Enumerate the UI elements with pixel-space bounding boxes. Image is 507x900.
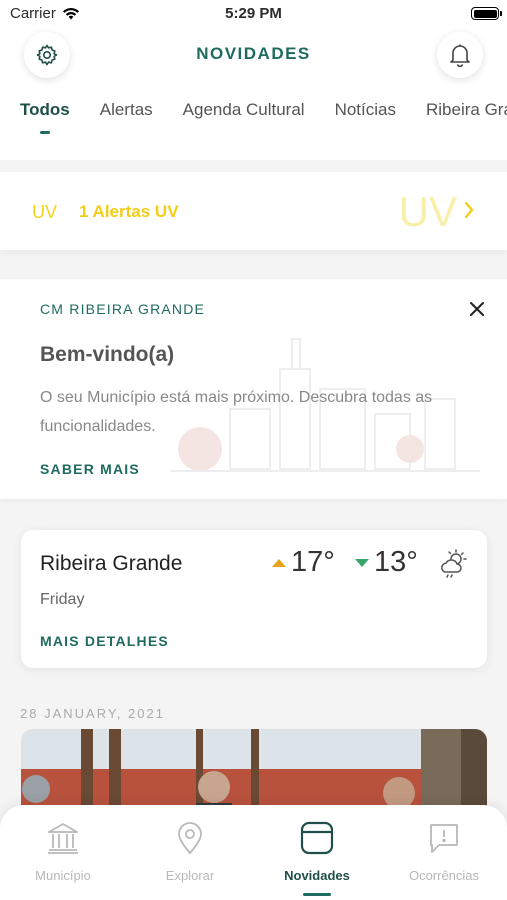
uv-alert-text: 1 Alertas UV (79, 202, 179, 221)
notifications-button[interactable] (437, 32, 483, 78)
nav-novidades[interactable]: Novidades (254, 805, 380, 900)
active-indicator (303, 893, 331, 896)
temperature-max-value: 17° (291, 546, 335, 578)
news-icon (300, 821, 334, 855)
weather-day: Friday (40, 591, 85, 608)
feed-date: 28 JANUARY, 2021 (20, 706, 165, 721)
uv-alert-card[interactable]: UV 1 Alertas UV UV (0, 172, 507, 250)
status-time: 5:29 PM (225, 5, 282, 22)
category-tabs: Todos Alertas Agenda Cultural Notícias R… (20, 100, 507, 120)
status-bar: Carrier 5:29 PM (0, 0, 507, 28)
learn-more-link[interactable]: SABER MAIS (40, 461, 140, 477)
partly-cloudy-icon (441, 549, 467, 578)
welcome-card: CM RIBEIRA GRANDE Bem-vindo(a) O seu Mun… (0, 279, 507, 499)
header: NOVIDADES Todos Alertas Agenda Cultural … (0, 28, 507, 160)
nav-ocorrencias[interactable]: Ocorrências (381, 805, 507, 900)
nav-novidades-label: Novidades (284, 868, 350, 883)
report-icon (430, 824, 458, 853)
battery-icon (471, 7, 502, 20)
tab-noticias[interactable]: Notícias (335, 100, 396, 120)
arrow-down-icon (355, 558, 369, 567)
municipality-icon (48, 823, 78, 854)
bell-icon (450, 44, 470, 67)
tab-agenda-cultural[interactable]: Agenda Cultural (183, 100, 305, 120)
tab-todos[interactable]: Todos (20, 100, 70, 120)
nav-municipio[interactable]: Município (0, 805, 126, 900)
welcome-body: O seu Município está mais próximo. Descu… (40, 389, 433, 435)
weather-city: Ribeira Grande (40, 552, 183, 575)
tab-alertas[interactable]: Alertas (100, 100, 153, 120)
page-title: NOVIDADES (196, 44, 311, 63)
welcome-source: CM RIBEIRA GRANDE (40, 301, 206, 317)
nav-explorar[interactable]: Explorar (127, 805, 253, 900)
nav-municipio-label: Município (35, 868, 91, 883)
temperature-min-value: 13° (374, 546, 418, 578)
nav-ocorrencias-label: Ocorrências (408, 868, 480, 883)
temperature-min: 13° (354, 546, 418, 579)
close-icon[interactable] (467, 299, 487, 319)
welcome-title: Bem-vindo(a) (40, 343, 175, 366)
tab-ribeira-grande[interactable]: Ribeira Grande (426, 100, 507, 120)
uv-watermark: UV (398, 188, 457, 235)
weather-card[interactable]: Ribeira Grande Friday MAIS DETALHES 17° … (21, 530, 487, 668)
location-pin-icon (178, 822, 202, 855)
uv-label: UV (32, 202, 58, 222)
arrow-up-icon (272, 558, 286, 567)
temperature-max: 17° (271, 546, 335, 579)
more-details-link[interactable]: MAIS DETALHES (40, 633, 169, 649)
nav-explorar-label: Explorar (165, 868, 215, 883)
chevron-right-icon (464, 201, 474, 219)
bottom-nav: Município Explorar Novidades Ocorrências (0, 805, 507, 900)
